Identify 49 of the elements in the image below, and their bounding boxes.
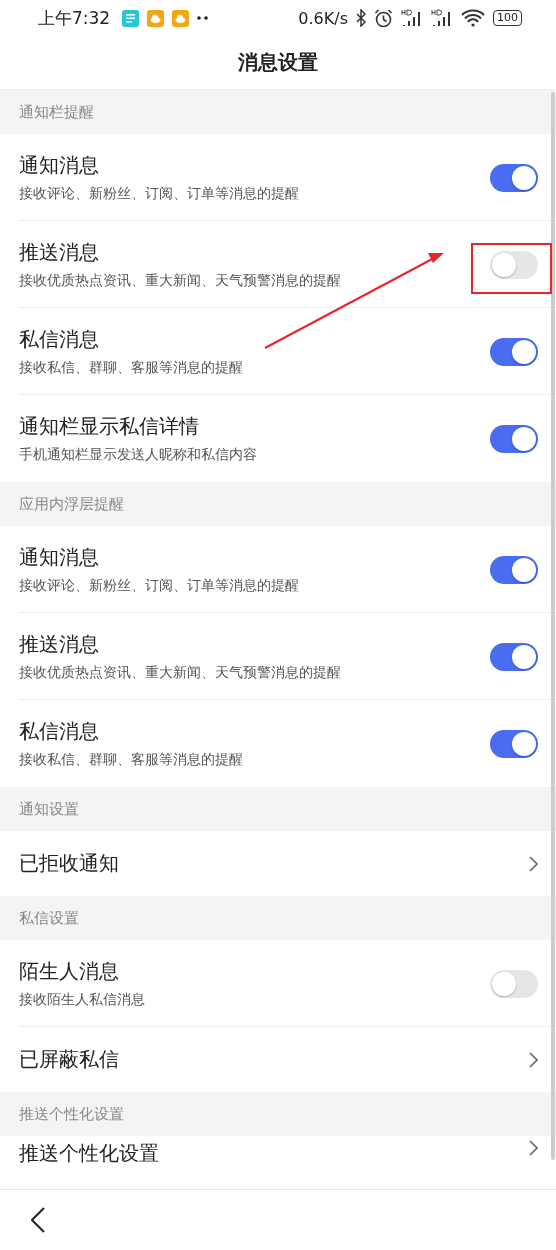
setting-description: 接收陌生人私信消息 [19,991,146,1009]
chevron-right-icon [529,1140,538,1156]
cloud-app-icon [147,9,165,27]
section-header: 通知栏提醒 [19,102,94,122]
setting-description: 接收私信、群聊、客服等消息的提醒 [19,359,244,377]
toggle-switch[interactable] [490,555,538,584]
setting-title: 通知消息 [19,152,100,179]
chevron-right-icon [529,855,538,872]
message-app-icon [122,9,140,27]
section-header: 通知设置 [19,799,79,819]
setting-title: 推送消息 [19,239,100,266]
battery-indicator: 100 [493,10,522,26]
chevron-right-icon [529,1051,538,1068]
toggle-switch[interactable] [490,424,538,453]
setting-description: 接收评论、新粉丝、订阅、订单等消息的提醒 [19,185,300,203]
network-speed: 0.6K/s [298,8,348,28]
page-title: 消息设置 [238,49,318,76]
setting-title: 陌生人消息 [19,958,120,985]
setting-title: 推送个性化设置 [19,1140,160,1167]
section-header: 私信设置 [19,908,79,928]
cloud-app-icon [172,9,190,27]
status-time: 上午7:32 [38,6,111,30]
setting-title: 私信消息 [19,718,100,745]
wifi-icon [461,9,485,27]
back-icon[interactable] [31,1207,45,1233]
setting-description: 接收优质热点资讯、重大新闻、天气预警消息的提醒 [19,272,342,290]
setting-title: 推送消息 [19,631,100,658]
signal-icon [401,9,423,27]
setting-description: 接收私信、群聊、客服等消息的提醒 [19,751,244,769]
setting-description: 接收优质热点资讯、重大新闻、天气预警消息的提醒 [19,664,342,682]
bluetooth-icon [356,9,366,27]
setting-title: 通知栏显示私信详情 [19,413,200,440]
toggle-switch[interactable] [490,337,538,366]
setting-title: 已拒收通知 [19,850,120,877]
toggle-switch[interactable] [490,642,538,671]
toggle-switch[interactable] [490,163,538,192]
setting-description: 接收评论、新粉丝、订阅、订单等消息的提醒 [19,577,300,595]
section-header: 应用内浮层提醒 [19,494,124,514]
setting-title: 已屏蔽私信 [19,1046,120,1073]
toggle-switch[interactable] [490,729,538,758]
setting-title: 通知消息 [19,544,100,571]
toggle-switch[interactable] [490,250,538,279]
signal-icon [431,9,453,27]
toggle-switch[interactable] [490,969,538,998]
setting-description: 手机通知栏显示发送人昵称和私信内容 [19,446,258,464]
alarm-icon [374,8,393,28]
setting-title: 私信消息 [19,326,100,353]
more-notifications-icon [197,16,210,20]
section-header: 推送个性化设置 [19,1104,124,1124]
